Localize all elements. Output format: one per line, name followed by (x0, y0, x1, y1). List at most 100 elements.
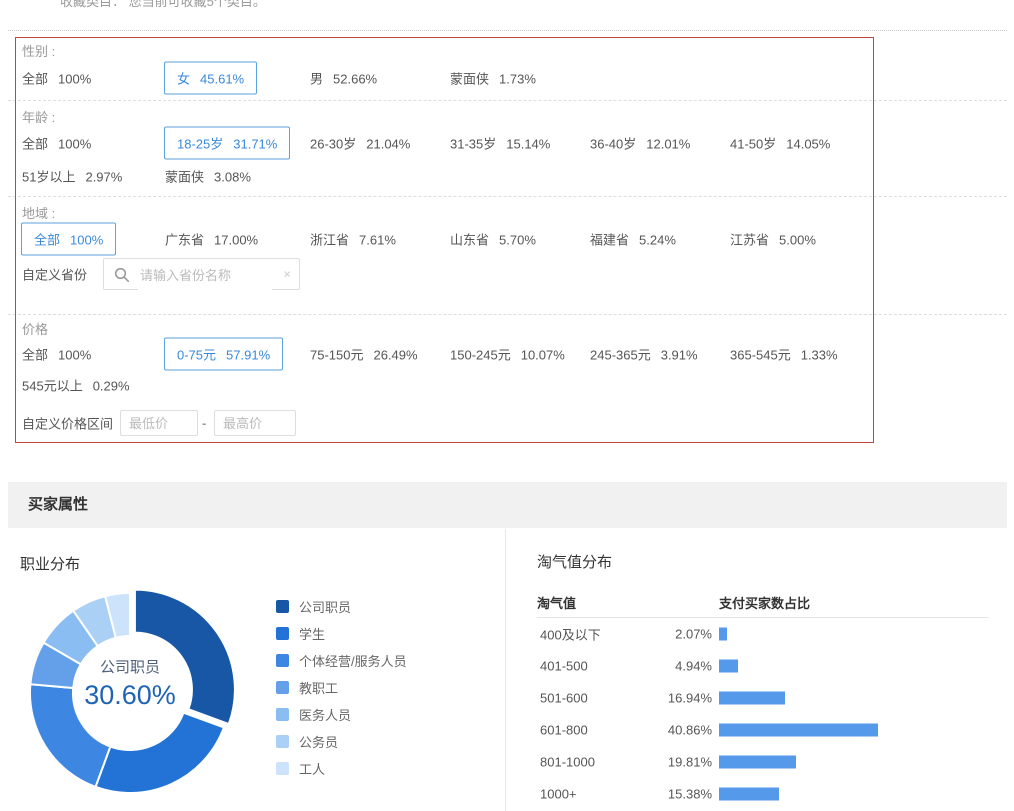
taoqi-title: 淘气值分布 (537, 551, 992, 572)
taoqi-range-label: 401-500 (540, 659, 588, 674)
option-label: 150-245元 (450, 348, 511, 363)
filter-row: 51岁以上2.97% 蒙面侠3.08% (0, 160, 1005, 192)
legend-item[interactable]: 学生 (276, 624, 407, 651)
filter-option[interactable]: 75-150元 26.49% (310, 345, 418, 364)
filter-option[interactable]: 广东省17.00% (165, 230, 258, 249)
filter-option[interactable]: 福建省 5.24% (590, 230, 676, 249)
filter-option[interactable]: 41-50岁14.05% (730, 134, 830, 153)
filter-option[interactable]: 浙江省7.61% (310, 230, 396, 249)
taoqi-col-header-share: 支付买家数占比 (719, 593, 810, 612)
option-label: 山东省 (450, 233, 489, 248)
option-label: 26-30岁 (310, 137, 356, 152)
taoqi-row: 601-80040.86% (537, 714, 992, 746)
province-search-input[interactable] (138, 260, 272, 290)
filter-option[interactable]: 蒙面侠1.73% (450, 69, 536, 88)
option-value: 100% (58, 137, 91, 152)
option-value: 0.29% (93, 379, 130, 394)
taoqi-bar (719, 660, 738, 673)
taoqi-bar (719, 788, 779, 801)
legend-swatch (276, 735, 289, 748)
taoqi-bar (719, 756, 796, 769)
option-value: 5.70% (499, 233, 536, 248)
taoqi-range-label: 801-1000 (540, 755, 595, 770)
legend-item[interactable]: 个体经营/服务人员 (276, 651, 407, 678)
legend-item[interactable]: 公司职员 (276, 597, 407, 624)
option-value: 5.00% (779, 233, 816, 248)
filter-option[interactable]: 365-545元1.33% (730, 345, 838, 364)
option-label: 全部 (22, 348, 48, 363)
option-label: 福建省 (590, 233, 629, 248)
option-value: 1.33% (801, 348, 838, 363)
filter-option[interactable]: 男 52.66% (310, 69, 377, 88)
min-price-input[interactable] (120, 410, 198, 436)
filter-option[interactable]: 全部 100% (22, 134, 91, 153)
filter-label: 地域 : (22, 203, 55, 222)
range-separator: - (202, 416, 206, 431)
filter-option[interactable]: 全部 100% (22, 345, 91, 364)
option-value: 5.24% (639, 233, 676, 248)
legend-item[interactable]: 教职工 (276, 678, 407, 705)
filter-option-selected[interactable]: 女45.61% (164, 62, 257, 95)
taoqi-range-label: 501-600 (540, 691, 588, 706)
top-note-clipped: 收藏类目： 您当前可收藏5个类目。 (60, 0, 266, 10)
filter-option[interactable]: 150-245元10.07% (450, 345, 565, 364)
legend-item[interactable]: 公务员 (276, 732, 407, 759)
taoqi-bar (719, 628, 727, 641)
option-value: 3.08% (214, 170, 251, 185)
option-label: 男 (310, 72, 323, 87)
taoqi-range-label: 601-800 (540, 723, 588, 738)
max-price-input[interactable] (214, 410, 296, 436)
donut-slice[interactable] (135, 590, 235, 724)
filter-option[interactable]: 31-35岁15.14% (450, 134, 550, 153)
buyer-attrs-header: 买家属性 (8, 482, 1007, 528)
divider-dotted (8, 30, 1007, 31)
filter-option[interactable]: 全部100% (22, 69, 91, 88)
donut-slice[interactable] (30, 684, 110, 787)
option-value: 52.66% (333, 72, 377, 87)
filter-row: 全部100% 女45.61% 男 52.66% 蒙面侠1.73% (0, 61, 1005, 95)
filter-option[interactable]: 26-30岁21.04% (310, 134, 410, 153)
donut-slice[interactable] (96, 713, 224, 793)
occupation-title: 职业分布 (20, 553, 80, 574)
occupation-donut-chart (22, 585, 238, 801)
legend-item[interactable]: 医务人员 (276, 705, 407, 732)
filter-option-selected[interactable]: 0-75元57.91% (164, 338, 283, 371)
option-value: 26.49% (373, 348, 417, 363)
legend-label: 教职工 (299, 681, 338, 696)
column-divider (505, 529, 506, 811)
legend-item[interactable]: 工人 (276, 759, 407, 786)
option-value: 100% (58, 348, 91, 363)
filter-row: 全部 100% 18-25岁31.71% 26-30岁21.04% 31-35岁15.1… (0, 126, 1005, 160)
occupation-legend: 公司职员学生个体经营/服务人员教职工医务人员公务员工人 (276, 597, 407, 786)
filter-option[interactable]: 蒙面侠3.08% (165, 167, 251, 186)
option-label: 江苏省 (730, 233, 769, 248)
legend-swatch (276, 654, 289, 667)
filter-option[interactable]: 545元以上0.29% (22, 376, 130, 395)
option-label: 75-150元 (310, 348, 363, 363)
option-value: 100% (58, 72, 91, 87)
filter-option[interactable]: 245-365元3.91% (590, 345, 698, 364)
option-label: 36-40岁 (590, 137, 636, 152)
legend-swatch (276, 681, 289, 694)
filter-option[interactable]: 江苏省 5.00% (730, 230, 816, 249)
filter-option-selected[interactable]: 全部100% (21, 223, 116, 256)
option-label: 全部 (34, 233, 60, 248)
filter-option[interactable]: 山东省 5.70% (450, 230, 536, 249)
province-search-row: 自定义省份 × (0, 256, 1005, 292)
taoqi-range-label: 400及以下 (540, 625, 601, 644)
taoqi-bar (719, 692, 785, 705)
option-label: 女 (177, 72, 190, 87)
filter-option[interactable]: 51岁以上2.97% (22, 167, 122, 186)
legend-swatch (276, 627, 289, 640)
option-label: 全部 (22, 137, 48, 152)
filter-option-selected[interactable]: 18-25岁31.71% (164, 127, 290, 160)
clear-icon[interactable]: × (283, 267, 291, 282)
option-value: 12.01% (646, 137, 690, 152)
legend-label: 公务员 (299, 735, 338, 750)
filter-row: 全部 100% 0-75元57.91% 75-150元 26.49% 150-245元10… (0, 338, 1005, 370)
option-label: 51岁以上 (22, 170, 75, 185)
filter-section-price: 价格 全部100%0-75元57.91%75-150元26.49%150-245… (0, 314, 1014, 443)
option-label: 31-35岁 (450, 137, 496, 152)
legend-label: 医务人员 (299, 708, 351, 723)
filter-option[interactable]: 36-40岁 12.01% (590, 134, 690, 153)
